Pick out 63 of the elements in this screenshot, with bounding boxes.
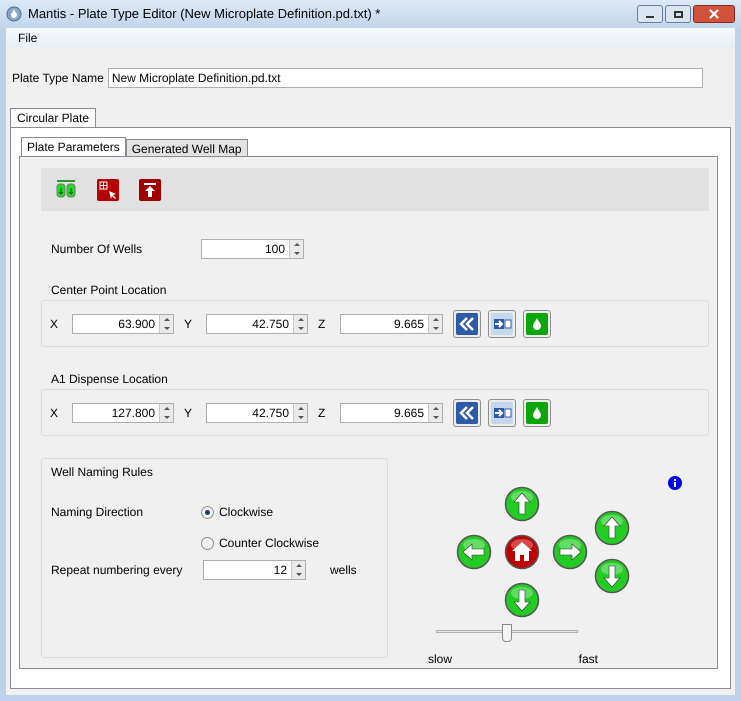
axis-label: Y bbox=[184, 404, 194, 422]
repeat-field[interactable]: 12 bbox=[203, 560, 306, 580]
info-icon[interactable] bbox=[668, 476, 682, 490]
field-label: Plate Type Name bbox=[12, 70, 104, 87]
arrow-into-box-icon bbox=[491, 312, 513, 334]
arrow-button[interactable] bbox=[552, 534, 588, 570]
coordinate-field[interactable]: 9.665 bbox=[340, 402, 443, 422]
slider-thumb[interactable] bbox=[502, 624, 512, 642]
group-title: Well Naming Rules bbox=[51, 464, 154, 481]
tool-button[interactable] bbox=[453, 310, 481, 338]
window-title: Mantis - Plate Type Editor (New Microplate Definition.pd.txt) * bbox=[28, 5, 380, 24]
menu-item[interactable]: File bbox=[12, 29, 44, 47]
arrow-button[interactable] bbox=[594, 558, 630, 594]
coordinate-field[interactable]: 63.900 bbox=[72, 314, 174, 334]
arrow-button[interactable] bbox=[504, 582, 540, 618]
tool-button[interactable] bbox=[488, 398, 516, 426]
grid-cursor-icon[interactable] bbox=[97, 178, 119, 200]
field-label: Number Of Wells bbox=[51, 241, 144, 258]
group-title: Center Point Location bbox=[51, 283, 166, 297]
tab[interactable]: Generated Well Map bbox=[126, 139, 248, 156]
home-icon bbox=[504, 534, 540, 570]
axis-label: X bbox=[50, 316, 60, 332]
minimize-button[interactable] bbox=[637, 5, 663, 23]
tool-button[interactable] bbox=[523, 398, 551, 426]
tool-button[interactable] bbox=[453, 398, 481, 426]
name-field[interactable]: New Microplate Definition.pd.txt bbox=[108, 68, 703, 88]
double-chevron-icon bbox=[456, 312, 478, 334]
slider-label: fast bbox=[578, 651, 598, 668]
axis-label: X bbox=[50, 404, 60, 422]
droplet-logo-icon bbox=[6, 6, 22, 22]
arrow-button[interactable] bbox=[456, 534, 492, 570]
axis-label: Z bbox=[318, 404, 326, 422]
close-icon bbox=[709, 9, 719, 19]
close-button[interactable] bbox=[693, 5, 735, 23]
eject-icon[interactable] bbox=[139, 178, 161, 200]
dispenser-icon[interactable] bbox=[55, 178, 77, 200]
home-button[interactable] bbox=[504, 534, 540, 570]
slider-label: slow bbox=[428, 651, 452, 668]
field-label: Repeat numbering every bbox=[51, 562, 184, 579]
group-title: A1 Dispense Location bbox=[51, 372, 168, 386]
axis-label: Y bbox=[184, 316, 194, 332]
arrow-into-box-icon bbox=[491, 402, 513, 424]
droplet-icon bbox=[526, 312, 548, 334]
coordinate-field[interactable]: 127.800 bbox=[72, 402, 174, 422]
arrow-button[interactable] bbox=[504, 486, 540, 522]
coordinate-field[interactable]: 9.665 bbox=[340, 314, 443, 334]
double-chevron-icon bbox=[456, 402, 478, 424]
maximize-button[interactable] bbox=[665, 5, 691, 23]
radio-option[interactable]: Counter Clockwise bbox=[201, 534, 320, 552]
tab[interactable]: Circular Plate bbox=[10, 108, 96, 127]
speed-slider[interactable] bbox=[436, 624, 578, 644]
wells-field[interactable]: 100 bbox=[201, 239, 304, 259]
field-label: Naming Direction bbox=[51, 504, 144, 521]
coordinate-field[interactable]: 42.750 bbox=[206, 314, 308, 334]
coordinate-field[interactable]: 42.750 bbox=[206, 402, 308, 422]
unit-label: wells bbox=[330, 562, 357, 579]
axis-label: Z bbox=[318, 316, 326, 332]
radio-option[interactable]: Clockwise bbox=[201, 503, 320, 521]
droplet-icon bbox=[526, 402, 548, 424]
tool-button[interactable] bbox=[523, 310, 551, 338]
tool-button[interactable] bbox=[488, 310, 516, 338]
tab[interactable]: Plate Parameters bbox=[21, 137, 126, 156]
arrow-button[interactable] bbox=[594, 510, 630, 546]
